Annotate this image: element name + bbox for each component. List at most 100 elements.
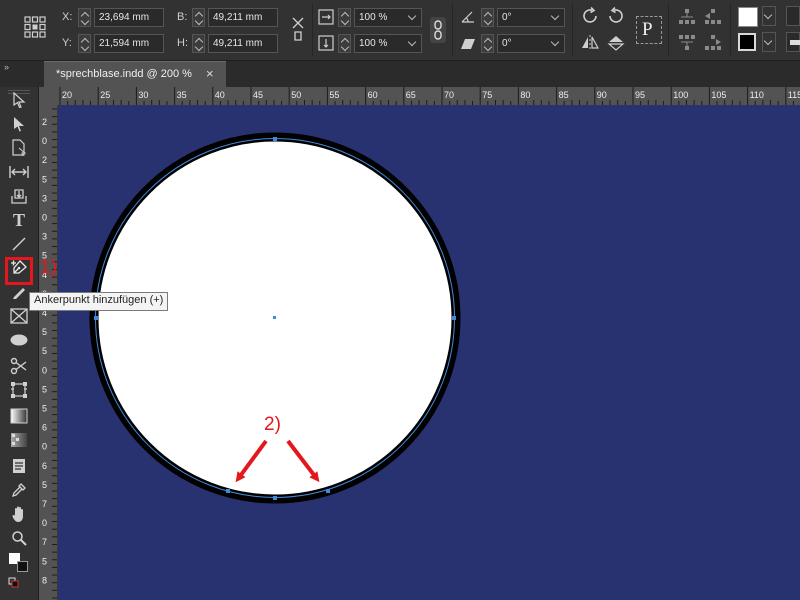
ruler-label: 5: [42, 404, 47, 414]
ruler-label: 7: [42, 499, 47, 509]
stroke-dropdown[interactable]: [762, 32, 776, 52]
ruler-label: 6: [42, 423, 47, 433]
ellipse-tool-icon[interactable]: [6, 329, 32, 351]
ruler-label: 95: [635, 90, 645, 100]
close-tab-icon[interactable]: ×: [206, 66, 214, 81]
width-stepper[interactable]: [192, 8, 205, 27]
constrain-proportions-icon[interactable]: [290, 16, 306, 42]
eyedropper-tool-icon[interactable]: [6, 479, 32, 501]
scissors-tool-icon[interactable]: [6, 355, 32, 377]
ruler-label: 25: [100, 90, 110, 100]
flip-vertical-icon[interactable]: [606, 34, 626, 52]
ruler-label: 105: [711, 90, 726, 100]
page-tool-icon[interactable]: [6, 137, 32, 159]
flip-horizontal-icon[interactable]: [580, 34, 600, 52]
width-label: B:: [177, 11, 188, 23]
x-stepper[interactable]: [78, 8, 91, 27]
ruler-label: 55: [329, 90, 339, 100]
direct-selection-tool-icon[interactable]: [6, 113, 32, 135]
x-field[interactable]: 23,694 mm: [94, 8, 164, 27]
anchor-point-left[interactable]: [94, 316, 98, 320]
horizontal-ruler-ticks: 20 25 30 35 40 45 50 55 60 65 70 75 80 85 90 95 100 105 11…: [59, 87, 800, 105]
width-field[interactable]: 49,211 mm: [208, 8, 278, 27]
select-content-icon[interactable]: [678, 34, 696, 52]
ruler-label: 5: [42, 384, 47, 394]
default-colors-icon[interactable]: [8, 576, 20, 588]
y-field[interactable]: 21,594 mm: [94, 34, 164, 53]
stroke-weight-field[interactable]: [786, 32, 800, 52]
y-label: Y:: [62, 37, 72, 49]
fill-stroke-proxy-icon[interactable]: [9, 553, 31, 575]
hand-tool-icon[interactable]: [6, 503, 32, 525]
scale-y-icon: [318, 35, 334, 51]
gradient-feather-tool-icon[interactable]: [6, 429, 32, 451]
scale-x-dropdown[interactable]: [407, 8, 419, 27]
fill-swatch[interactable]: [738, 7, 758, 27]
select-container-icon[interactable]: [678, 8, 696, 26]
scale-y-dropdown[interactable]: [407, 34, 419, 53]
ruler-label: 45: [253, 90, 263, 100]
shear-stepper[interactable]: [481, 34, 494, 53]
ruler-label: 30: [138, 90, 148, 100]
reference-point-icon[interactable]: [24, 16, 46, 38]
free-transform-tool-icon[interactable]: [6, 379, 32, 401]
tool-tooltip: Ankerpunkt hinzufügen (+): [29, 292, 169, 311]
fill-value-field[interactable]: [786, 6, 800, 26]
shear-dropdown[interactable]: [550, 34, 562, 53]
ruler-label: 35: [177, 90, 187, 100]
gradient-swatch-tool-icon[interactable]: [6, 405, 32, 427]
stroke-swatch[interactable]: [738, 33, 756, 51]
ruler-label: 85: [559, 90, 569, 100]
rotate-angle-icon: [460, 10, 476, 24]
zoom-tool-icon[interactable]: [6, 527, 32, 549]
anchor-point-new-left[interactable]: [226, 489, 230, 493]
anchor-point-right[interactable]: [452, 316, 456, 320]
ruler-origin[interactable]: [39, 87, 57, 105]
control-bar: X: 23,694 mm Y: 21,594 mm B: 49,211 mm H…: [0, 0, 800, 61]
scale-y-stepper[interactable]: [338, 34, 351, 53]
shear-icon: [460, 37, 476, 49]
gap-tool-icon[interactable]: [6, 161, 32, 183]
vertical-ruler[interactable]: 2025303540455055606570758: [39, 105, 58, 600]
paragraph-p-icon: P: [636, 16, 662, 44]
ruler-label: 5: [42, 327, 47, 337]
note-tool-icon[interactable]: [6, 455, 32, 477]
scale-x-icon: [318, 9, 334, 25]
center-point[interactable]: [273, 316, 276, 319]
ruler-label: 2: [42, 117, 47, 127]
fill-dropdown[interactable]: [762, 6, 776, 26]
ruler-label: 0: [42, 442, 47, 452]
vertical-ruler-ticks: 2025303540455055606570758: [42, 108, 57, 599]
pen-tool-highlight-box: [5, 257, 33, 285]
select-previous-icon[interactable]: [704, 8, 722, 26]
horizontal-ruler[interactable]: 20 25 30 35 40 45 50 55 60 65 70 75 80 85 90 95 100 105 11…: [57, 87, 800, 106]
height-label: H:: [177, 37, 188, 49]
line-tool-icon[interactable]: [6, 233, 32, 255]
ruler-label: 90: [597, 90, 607, 100]
anchor-point-bottom[interactable]: [273, 496, 277, 500]
link-scale-icon[interactable]: [430, 17, 446, 43]
type-tool-icon[interactable]: T: [6, 209, 32, 231]
y-stepper[interactable]: [78, 34, 91, 53]
rotate-dropdown[interactable]: [550, 8, 562, 27]
ruler-label: 0: [42, 213, 47, 223]
height-field[interactable]: 49,211 mm: [208, 34, 278, 53]
select-next-icon[interactable]: [704, 34, 722, 52]
selection-tool-icon[interactable]: [6, 89, 32, 111]
document-tab-bar: » *sprechblase.indd @ 200 % ×: [0, 61, 800, 87]
ruler-label: 40: [215, 90, 225, 100]
ruler-label: 5: [42, 480, 47, 490]
anchor-point-top[interactable]: [273, 137, 277, 141]
ruler-label: 7: [42, 537, 47, 547]
height-stepper[interactable]: [192, 34, 205, 53]
scale-x-stepper[interactable]: [338, 8, 351, 27]
rotate-cw-icon[interactable]: [580, 6, 600, 26]
rotate-stepper[interactable]: [481, 8, 494, 27]
anchor-point-new-right[interactable]: [326, 489, 330, 493]
content-collector-tool-icon[interactable]: [6, 185, 32, 207]
document-tab[interactable]: *sprechblase.indd @ 200 % ×: [44, 61, 226, 87]
collapse-panel-icon[interactable]: »: [4, 62, 9, 72]
annotation-label-1: 1): [40, 257, 57, 278]
document-canvas[interactable]: [58, 105, 800, 600]
rotate-ccw-icon[interactable]: [606, 6, 626, 26]
